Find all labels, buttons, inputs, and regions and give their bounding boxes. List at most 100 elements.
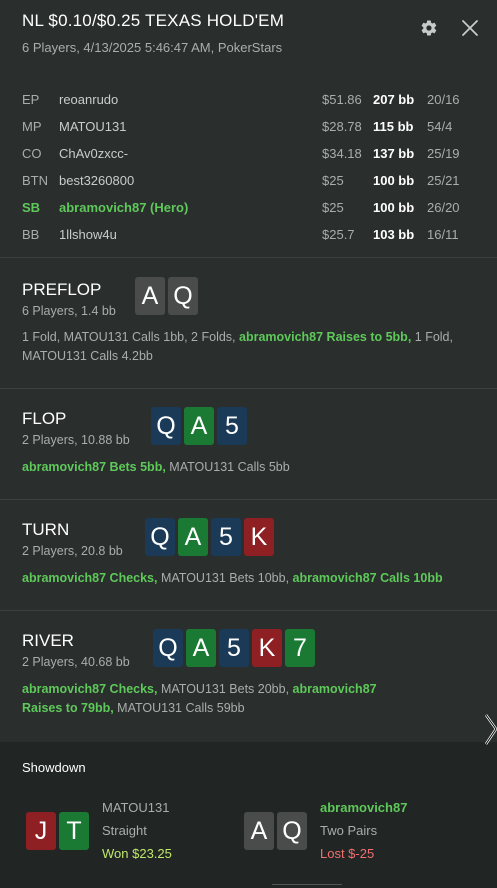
player-row[interactable]: BB 1llshow4u $25.7 103 bb 16/11	[0, 221, 497, 248]
card: Q	[277, 812, 307, 850]
street-actions: abramovich87 Checks, MATOU131 Bets 10bb,…	[22, 569, 472, 588]
street-actions: abramovich87 Checks, MATOU131 Bets 20bb,…	[22, 680, 402, 718]
card: A	[186, 629, 216, 667]
card: T	[59, 812, 89, 850]
player-stack-bb: 100 bb	[373, 173, 415, 188]
showdown-hand-rank: Two Pairs	[320, 823, 378, 838]
card: A	[178, 518, 208, 556]
player-name: reoanrudo	[59, 92, 119, 107]
street-name: FLOP	[22, 409, 67, 428]
hero-action-text: abramovich87 Bets 5bb,	[22, 460, 166, 474]
player-row[interactable]: MP MATOU131 $28.78 115 bb 54/4	[0, 113, 497, 140]
player-stats: 25/21	[427, 173, 460, 188]
player-row-hero[interactable]: SB abramovich87 (Hero) $25 100 bb 26/20	[0, 194, 497, 221]
street-name: TURN	[22, 520, 70, 539]
preflop-section: PREFLOP 6 Players, 1.4 bb A Q 1 Fold, MA…	[0, 258, 497, 389]
scroll-indicator	[272, 884, 342, 888]
street-info: 6 Players, 1.4 bb	[22, 304, 116, 318]
street-actions: abramovich87 Bets 5bb, MATOU131 Calls 5b…	[22, 458, 472, 477]
player-name: best3260800	[59, 173, 135, 188]
card: Q	[151, 407, 181, 445]
showdown-player-name: MATOU131	[102, 800, 170, 815]
action-text: MATOU131 Calls 59bb	[113, 701, 245, 715]
turn-section: TURN 2 Players, 20.8 bb Q A 5 K abramovi…	[0, 500, 497, 611]
player-stats: 16/11	[427, 227, 459, 242]
showdown-player-name: abramovich87	[320, 800, 408, 815]
card: A	[244, 812, 274, 850]
player-stack: $25.7	[322, 227, 355, 242]
street-info: 2 Players, 40.68 bb	[22, 655, 130, 669]
hero-cards: A Q	[135, 277, 198, 315]
player-stats: 54/4	[427, 119, 453, 134]
board-cards: Q A 5 K 7	[153, 629, 315, 667]
player-stack-bb: 115 bb	[373, 119, 414, 134]
player-position: BB	[22, 227, 40, 242]
card: 5	[211, 518, 241, 556]
hero-action-text: abramovich87 Checks,	[22, 682, 158, 696]
hand-info: 6 Players, 4/13/2025 5:46:47 AM, PokerSt…	[22, 40, 283, 55]
card: Q	[145, 518, 175, 556]
hero-action-text: abramovich87 Raises to 5bb,	[239, 330, 412, 344]
card: K	[244, 518, 274, 556]
player-stack-bb: 207 bb	[373, 92, 415, 107]
card: J	[26, 812, 56, 850]
board-cards: Q A 5 K	[145, 518, 274, 556]
close-icon[interactable]	[460, 18, 480, 38]
mouse-cursor-icon	[485, 714, 497, 745]
player-stack-bb: 100 bb	[373, 200, 415, 215]
player-name: 1llshow4u	[59, 227, 117, 242]
hero-showdown-cards: A Q	[244, 812, 307, 850]
player-stack-bb: 137 bb	[373, 146, 415, 161]
player-stack: $25	[322, 173, 344, 188]
showdown-section: Showdown J T MATOU131 Straight Won $23.2…	[0, 742, 497, 888]
player-position: SB	[22, 200, 41, 215]
board-cards: Q A 5	[151, 407, 247, 445]
card: Q	[153, 629, 183, 667]
player-name: ChAv0zxcc-	[59, 146, 129, 161]
player-stats: 25/19	[427, 146, 460, 161]
player-stack: $51.86	[322, 92, 362, 107]
card: 5	[219, 629, 249, 667]
player-position: CO	[22, 146, 42, 161]
street-info: 2 Players, 10.88 bb	[22, 433, 130, 447]
card: K	[252, 629, 282, 667]
player-stack: $28.78	[322, 119, 362, 134]
card: Q	[168, 277, 198, 315]
player-stack: $34.18	[322, 146, 362, 161]
villain-cards: J T	[26, 812, 89, 850]
gear-icon[interactable]	[420, 19, 438, 37]
players-table: EP reoanrudo $51.86 207 bb 20/16 MP MATO…	[0, 72, 497, 258]
header: NL $0.10/$0.25 TEXAS HOLD'EM 6 Players, …	[0, 0, 497, 72]
page-title: NL $0.10/$0.25 TEXAS HOLD'EM	[22, 11, 285, 30]
showdown-hand-rank: Straight	[102, 823, 147, 838]
player-stack-bb: 103 bb	[373, 227, 415, 242]
player-stats: 26/20	[427, 200, 460, 215]
action-text: MATOU131 Bets 10bb,	[157, 571, 293, 585]
showdown-result: Won $23.25	[102, 846, 172, 861]
player-position: BTN	[22, 173, 48, 188]
card: A	[184, 407, 214, 445]
card: 7	[285, 629, 315, 667]
player-row[interactable]: BTN best3260800 $25 100 bb 25/21	[0, 167, 497, 194]
action-text: MATOU131 Calls 5bb	[165, 460, 290, 474]
card: A	[135, 277, 165, 315]
action-text: MATOU131 Bets 20bb,	[157, 682, 293, 696]
player-stats: 20/16	[427, 92, 460, 107]
flop-section: FLOP 2 Players, 10.88 bb Q A 5 abramovic…	[0, 389, 497, 500]
hero-action-text: abramovich87 Calls 10bb	[292, 571, 443, 585]
street-actions: 1 Fold, MATOU131 Calls 1bb, 2 Folds, abr…	[22, 328, 472, 366]
street-name: RIVER	[22, 631, 74, 650]
player-row[interactable]: EP reoanrudo $51.86 207 bb 20/16	[0, 86, 497, 113]
player-name: abramovich87 (Hero)	[59, 200, 189, 215]
showdown-result: Lost $-25	[320, 846, 375, 861]
street-name: PREFLOP	[22, 280, 102, 299]
player-stack: $25	[322, 200, 344, 215]
player-position: MP	[22, 119, 42, 134]
river-section: RIVER 2 Players, 40.68 bb Q A 5 K 7 abra…	[0, 611, 497, 742]
player-position: EP	[22, 92, 40, 107]
player-row[interactable]: CO ChAv0zxcc- $34.18 137 bb 25/19	[0, 140, 497, 167]
hero-action-text: abramovich87 Checks,	[22, 571, 158, 585]
player-name: MATOU131	[59, 119, 127, 134]
showdown-title: Showdown	[22, 760, 86, 775]
action-text: 1 Fold, MATOU131 Calls 1bb, 2 Folds,	[22, 330, 239, 344]
